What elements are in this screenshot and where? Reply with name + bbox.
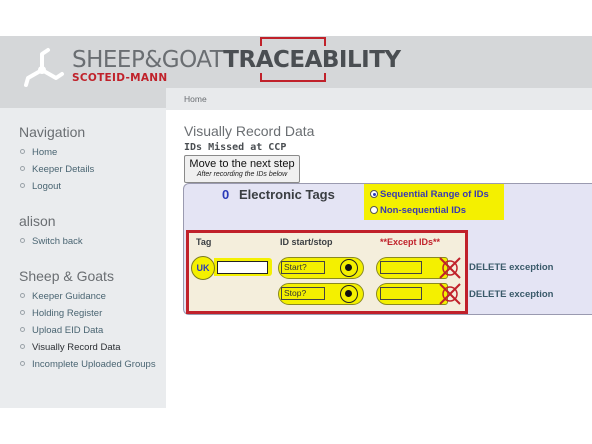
sidebar-item-visually-record-data[interactable]: Visually Record Data — [20, 342, 121, 353]
bullet-icon — [20, 344, 25, 349]
brand-title-light: SHEEP&GOAT — [72, 47, 224, 73]
radio-non-sequential[interactable]: Non-sequential IDs — [370, 205, 466, 216]
range-start-knob-icon[interactable] — [340, 259, 358, 277]
next-step-button[interactable]: Move to the next step After recording th… — [184, 155, 300, 183]
sidebar-item-home[interactable]: Home — [20, 147, 57, 158]
sidebar-item-label: Logout — [32, 181, 62, 192]
tags-heading: Electronic Tags — [239, 187, 335, 202]
next-step-button-label: Move to the next step — [189, 158, 295, 170]
sidebar-item-label: Holding Register — [32, 308, 103, 319]
tag-number-input[interactable] — [217, 261, 268, 274]
delete-exception-link-1[interactable]: DELETE exception — [469, 262, 553, 273]
annotation-bracket-bottom — [260, 73, 326, 82]
radio-label: Non-sequential IDs — [380, 205, 467, 216]
sidebar-item-holding-register[interactable]: Holding Register — [20, 308, 102, 319]
brand-title[interactable]: SHEEP&GOATTRACEABILITY — [72, 47, 401, 73]
navigation-heading: Navigation — [19, 124, 86, 140]
section-subtitle: IDs Missed at CCP — [184, 142, 287, 153]
column-header-except-ids: **Except IDs** — [380, 237, 441, 247]
bullet-icon — [20, 183, 25, 188]
page-title: Visually Record Data — [184, 123, 315, 139]
sidebar-item-upload-eid-data[interactable]: Upload EID Data — [20, 325, 103, 336]
breadcrumb-home[interactable]: Home — [184, 94, 207, 104]
sidebar-item-label: Incomplete Uploaded Groups — [32, 359, 156, 370]
sidebar-item-label: Visually Record Data — [32, 342, 121, 353]
sidebar-item-label: Keeper Guidance — [32, 291, 106, 302]
next-step-button-hint: After recording the IDs below — [196, 171, 288, 178]
sidebar-item-switch-back[interactable]: Switch back — [20, 236, 83, 247]
column-header-tag: Tag — [196, 237, 212, 247]
column-header-id-start-stop: ID start/stop — [280, 237, 333, 247]
bullet-icon — [20, 149, 25, 154]
breadcrumb-bar — [166, 88, 592, 110]
bullet-icon — [20, 327, 25, 332]
sheep-goats-heading: Sheep & Goats — [19, 268, 114, 284]
radio-label: Sequential Range of IDs — [380, 189, 489, 200]
tags-count: 0 — [222, 187, 230, 202]
bullet-icon — [20, 238, 25, 243]
sidebar-item-keeper-details[interactable]: Keeper Details — [20, 164, 94, 175]
brand-subtitle: SCOTEID-MANN — [72, 72, 168, 84]
triskelion-icon — [24, 48, 64, 87]
delete-cross-icon[interactable] — [438, 282, 462, 306]
page: SHEEP&GOATTRACEABILITY SCOTEID-MANN Navi… — [0, 0, 592, 444]
radio-unselected-icon — [370, 206, 378, 214]
brand-title-bold: TRACEABILITY — [223, 47, 401, 73]
bullet-icon — [20, 166, 25, 171]
country-code-badge: UK — [191, 256, 215, 280]
except-id-input-2[interactable] — [380, 287, 422, 300]
user-heading: alison — [19, 213, 56, 229]
bullet-icon — [20, 361, 25, 366]
sidebar-item-label: Switch back — [32, 236, 83, 247]
sidebar-item-label: Home — [32, 147, 58, 158]
except-id-input-1[interactable] — [380, 261, 422, 274]
range-start-input[interactable]: Start? — [281, 261, 325, 274]
radio-selected-icon — [370, 190, 378, 198]
bullet-icon — [20, 293, 25, 298]
annotation-bracket-top — [260, 37, 326, 46]
radio-sequential-range[interactable]: Sequential Range of IDs — [370, 189, 489, 200]
range-stop-input[interactable]: Stop? — [281, 287, 325, 300]
top-margin — [0, 0, 592, 36]
delete-exception-link-2[interactable]: DELETE exception — [469, 289, 553, 300]
sidebar-item-label: Keeper Details — [32, 164, 95, 175]
sidebar-item-incomplete-uploaded-groups[interactable]: Incomplete Uploaded Groups — [20, 359, 156, 370]
bullet-icon — [20, 310, 25, 315]
sidebar-item-keeper-guidance[interactable]: Keeper Guidance — [20, 291, 106, 302]
delete-cross-icon[interactable] — [438, 256, 462, 280]
sidebar-item-logout[interactable]: Logout — [20, 181, 61, 192]
sidebar-item-label: Upload EID Data — [32, 325, 104, 336]
range-stop-knob-icon[interactable] — [340, 285, 358, 303]
